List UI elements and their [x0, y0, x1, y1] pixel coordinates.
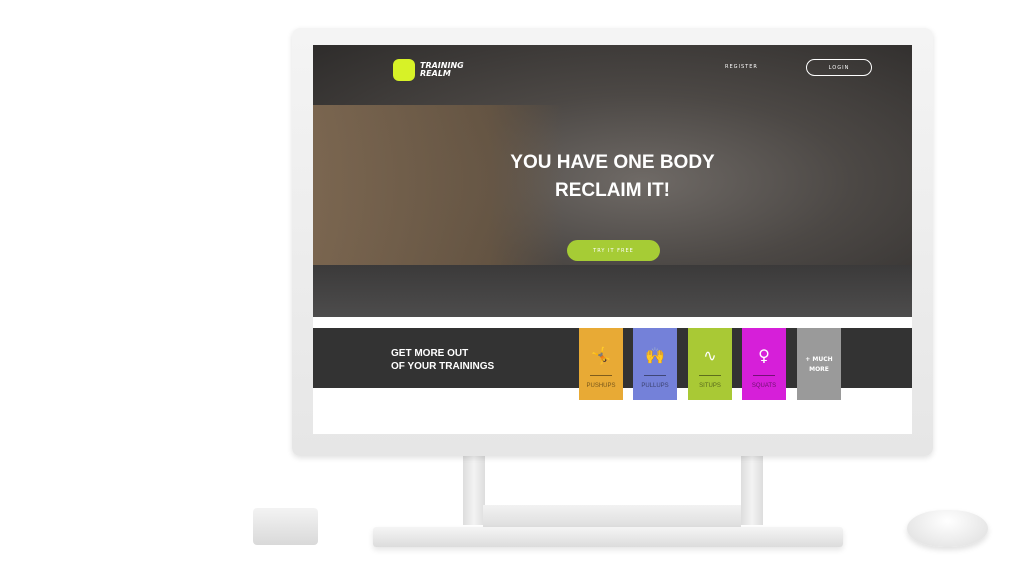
register-link[interactable]: REGISTER — [725, 64, 758, 70]
logo-mark-icon — [393, 59, 415, 81]
tile-much-more[interactable]: + MUCH MORE — [797, 328, 841, 400]
logo-line2: REALM — [420, 69, 451, 78]
tile-label: PUSHUPS — [586, 383, 616, 389]
stand-leg-left — [463, 455, 485, 525]
mouse — [907, 510, 988, 547]
tile-label: SITUPS — [699, 383, 721, 389]
pushup-icon: 🤸 — [591, 346, 611, 365]
band-line1: GET MORE OUT — [391, 348, 469, 359]
monitor-screen: TRAINING REALM REGISTER LOGIN YOU HAVE O… — [313, 45, 912, 434]
stand-base — [483, 505, 741, 527]
tile-squats[interactable]: ♀ SQUATS — [742, 328, 786, 400]
hero-headline: YOU HAVE ONE BODY RECLAIM IT! — [313, 149, 912, 205]
speaker — [253, 508, 318, 545]
stand-leg-right — [741, 455, 763, 525]
tile-label: PULLUPS — [641, 383, 669, 389]
squat-icon: ♀ — [758, 346, 770, 365]
tile-more-label: + MUCH MORE — [805, 355, 832, 375]
headline-line1: YOU HAVE ONE BODY — [510, 152, 715, 173]
more-line2: MORE — [809, 366, 829, 373]
band-title: GET MORE OUT OF YOUR TRAININGS — [391, 347, 494, 373]
situp-icon: ∿ — [703, 346, 717, 365]
logo[interactable]: TRAINING REALM — [393, 59, 464, 81]
floor — [313, 265, 912, 317]
tile-pullups[interactable]: 🙌 PULLUPS — [633, 328, 677, 400]
band-line2: OF YOUR TRAININGS — [391, 361, 495, 372]
login-button[interactable]: LOGIN — [806, 59, 872, 76]
more-line1: + MUCH — [805, 356, 833, 363]
tile-label: SQUATS — [751, 383, 777, 389]
pullup-icon: 🙌 — [645, 346, 665, 365]
tile-situps[interactable]: ∿ SITUPS — [688, 328, 732, 400]
headline-line2: RECLAIM IT! — [554, 180, 671, 201]
try-free-button[interactable]: TRY IT FREE — [567, 240, 660, 261]
tile-pushups[interactable]: 🤸 PUSHUPS — [579, 328, 623, 400]
keyboard — [373, 527, 843, 547]
